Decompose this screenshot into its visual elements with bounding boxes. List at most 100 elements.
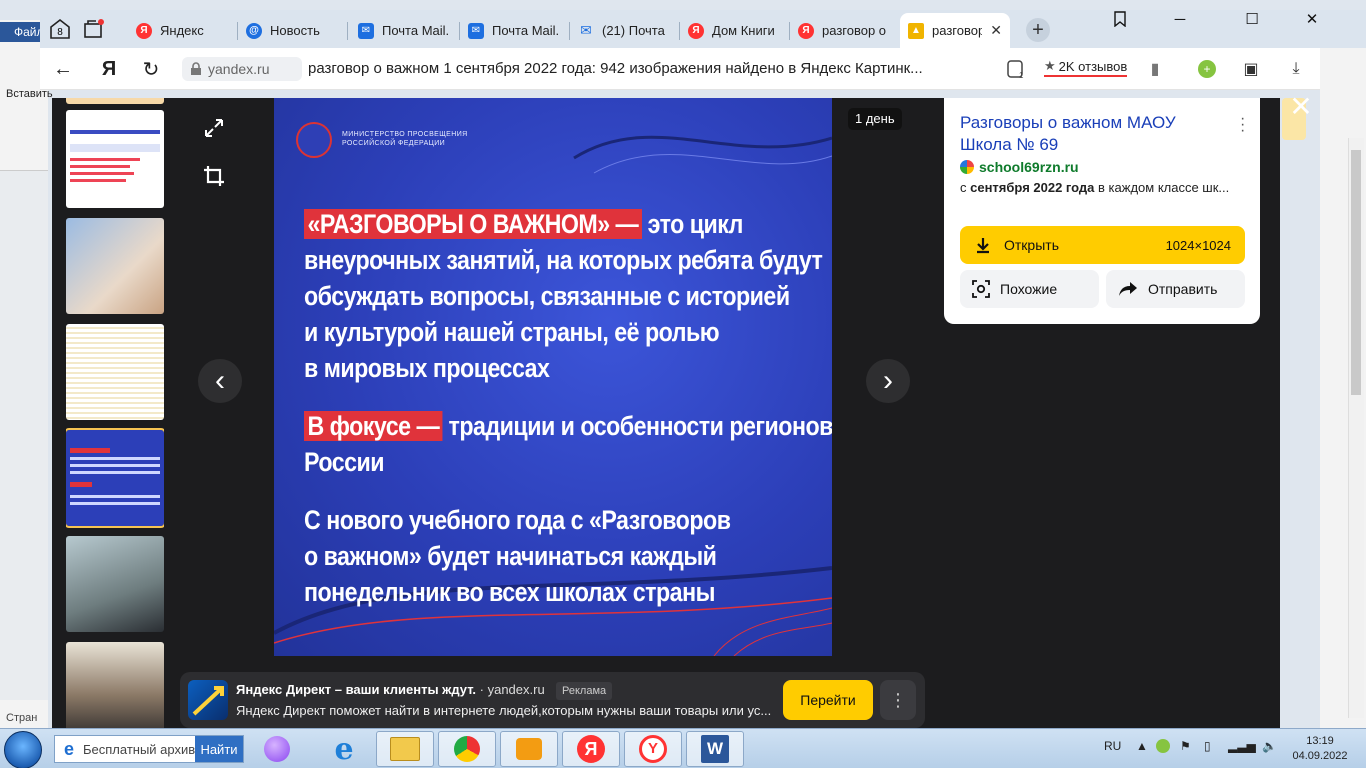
source-description: с сентября 2022 года в каждом классе шк.… — [960, 180, 1250, 195]
reload-button[interactable]: ↻ — [138, 56, 164, 82]
ad-domain: · yandex.ru — [479, 682, 545, 697]
open-image-button[interactable]: Открыть 1024×1024 — [960, 226, 1245, 264]
ad-badge: Реклама — [556, 682, 613, 700]
tabs-icon: 8 — [50, 18, 70, 39]
thumbnail-item[interactable] — [66, 536, 164, 632]
lens-icon — [972, 280, 990, 298]
taskbar-search-go-button[interactable]: Найти — [195, 736, 243, 762]
taskbar-search-box[interactable]: e Бесплатный архив Найти — [54, 735, 244, 763]
similar-images-button[interactable]: Похожие — [960, 270, 1099, 308]
ministry-caption: Министерство просвещения Российской Феде… — [342, 131, 468, 147]
taskbar-media-player[interactable] — [500, 731, 558, 767]
taskbar-word[interactable]: W — [686, 731, 744, 767]
thumbnail-item[interactable] — [66, 110, 164, 208]
tab-close-icon[interactable]: ✕ — [990, 22, 1002, 39]
next-image-button[interactable]: › — [866, 359, 910, 403]
more-options-button[interactable]: · · · — [1240, 111, 1245, 139]
back-button[interactable]: ← — [50, 56, 76, 82]
tab-mail-1[interactable]: ✉ Почта Mail.ru — [350, 13, 458, 48]
new-tab-button[interactable]: + — [1026, 18, 1050, 42]
windows-taskbar: e Бесплатный архив Найти e Я Y W RU ▲ ⚑ … — [0, 728, 1366, 768]
similar-label: Похожие — [1000, 281, 1058, 297]
tab-mail-inbox[interactable]: ✉ (21) Почта — [570, 13, 678, 48]
lock-icon — [191, 62, 201, 75]
image-size: 1024×1024 — [1165, 237, 1231, 253]
action-center-button[interactable]: ⚑ — [1180, 739, 1191, 753]
show-hidden-icons-button[interactable]: ▲ — [1136, 739, 1148, 753]
reviews-link[interactable]: ★ 2K отзывов — [1044, 58, 1128, 77]
volume-button[interactable]: 🔈 — [1262, 739, 1277, 753]
thumbnail-item-selected[interactable] — [66, 428, 164, 528]
crop-search-button[interactable] — [194, 156, 234, 196]
thumbnail-item[interactable] — [66, 218, 164, 314]
ie-icon: e — [334, 731, 354, 767]
word-status-text: Стран — [6, 712, 38, 724]
start-button[interactable] — [4, 731, 42, 768]
svg-text:1: 1 — [1019, 71, 1024, 79]
reader-button[interactable]: ▣ — [1240, 58, 1262, 80]
url-domain-pill[interactable]: yandex.ru — [182, 57, 302, 81]
tab-search-results[interactable]: Яразговор о важном — [790, 13, 898, 48]
bookmark-window-button[interactable] — [1108, 8, 1132, 30]
taskbar-chrome[interactable] — [438, 731, 496, 767]
taskbar-search-text[interactable]: Бесплатный архив — [83, 742, 195, 757]
fullscreen-button[interactable] — [194, 108, 234, 148]
taskbar-alice[interactable] — [248, 731, 306, 767]
tab-counter-button[interactable]: 8 — [46, 15, 74, 43]
minimize-button[interactable]: ─ — [1168, 8, 1192, 30]
collections-button[interactable] — [80, 15, 108, 43]
taskbar-explorer[interactable] — [376, 731, 434, 767]
previous-image-button[interactable]: ‹ — [198, 359, 242, 403]
word-icon: W — [701, 735, 729, 763]
word-scrollbar-thumb[interactable] — [1351, 150, 1361, 395]
thumbnail-item[interactable] — [66, 642, 164, 730]
extension-icon: + — [1198, 60, 1216, 78]
source-title-link[interactable]: Разговоры о важном МАОУ Школа № 69 — [960, 112, 1230, 156]
share-button[interactable]: Отправить — [1106, 270, 1245, 308]
network-button[interactable]: ▂▃▅ — [1228, 739, 1256, 753]
close-window-button[interactable]: ✕ — [1300, 8, 1324, 30]
back-arrow-icon: ← — [53, 57, 73, 80]
kebab-menu-icon: · · · — [1240, 110, 1246, 139]
tray-app-button[interactable] — [1156, 739, 1170, 756]
mail-icon: ✉ — [468, 22, 484, 39]
ad-more-button[interactable]: ⋮ — [880, 680, 916, 720]
image-age-badge: 1 день — [848, 108, 902, 130]
bookmark-button[interactable]: ▮ — [1144, 58, 1166, 80]
language-indicator[interactable]: RU — [1104, 739, 1121, 753]
flag-icon: ⚑ — [1180, 739, 1191, 753]
url-domain: yandex.ru — [208, 61, 270, 77]
open-label: Открыть — [1004, 237, 1059, 253]
taskbar-yandex[interactable]: Я — [562, 731, 620, 767]
yandex-icon: Я — [577, 735, 605, 763]
tab-news[interactable]: @ Новость — [238, 13, 346, 48]
advertisement-block[interactable]: Яндекс Директ – ваши клиенты ждут. · yan… — [180, 672, 925, 728]
slide-paragraph-1: «РАЗГОВОРЫ О ВАЖНОМ» — это цикл внеурочн… — [304, 206, 832, 386]
desc-prefix: с — [960, 180, 971, 195]
maximize-button[interactable]: ☐ — [1240, 8, 1264, 30]
tab-mail-2[interactable]: ✉ Почта Mail.ru — [460, 13, 568, 48]
close-viewer-button[interactable]: ✕ — [1288, 93, 1314, 121]
thumbnail-item[interactable] — [66, 98, 164, 104]
tab-yandex[interactable]: Я Яндекс — [128, 13, 236, 48]
protect-button[interactable]: 1 — [1004, 58, 1026, 80]
taskbar-yandex-browser[interactable]: Y — [624, 731, 682, 767]
device-icon: ▯ — [1204, 739, 1211, 753]
downloads-button[interactable]: ⤓ — [1285, 58, 1307, 80]
taskbar-clock[interactable]: 13:19 04.09.2022 — [1290, 734, 1350, 764]
tray-device-button[interactable]: ▯ — [1204, 739, 1211, 753]
ad-title[interactable]: Яндекс Директ – ваши клиенты ждут. · yan… — [236, 682, 545, 697]
extension-button[interactable]: + — [1196, 58, 1218, 80]
main-image[interactable]: Министерство просвещения Российской Феде… — [274, 98, 832, 656]
thumbnail-item[interactable] — [66, 324, 164, 420]
image-info-panel: Разговоры о важном МАОУ Школа № 69 · · · s… — [944, 98, 1260, 324]
ad-go-button[interactable]: Перейти — [783, 680, 873, 720]
yandex-home-button[interactable]: Я — [96, 56, 122, 82]
video-icon — [516, 738, 542, 760]
address-page-title[interactable]: разговор о важном 1 сентября 2022 года: … — [308, 60, 923, 77]
tab-images-active[interactable]: ▲ разговор о важном ✕ — [900, 13, 1010, 48]
clock-date: 04.09.2022 — [1292, 750, 1348, 762]
source-site-link[interactable]: school69rzn.ru — [960, 159, 1079, 175]
taskbar-internet-explorer[interactable]: e — [315, 731, 373, 767]
tab-dom-knigi[interactable]: Я Дом Книги — [680, 13, 788, 48]
